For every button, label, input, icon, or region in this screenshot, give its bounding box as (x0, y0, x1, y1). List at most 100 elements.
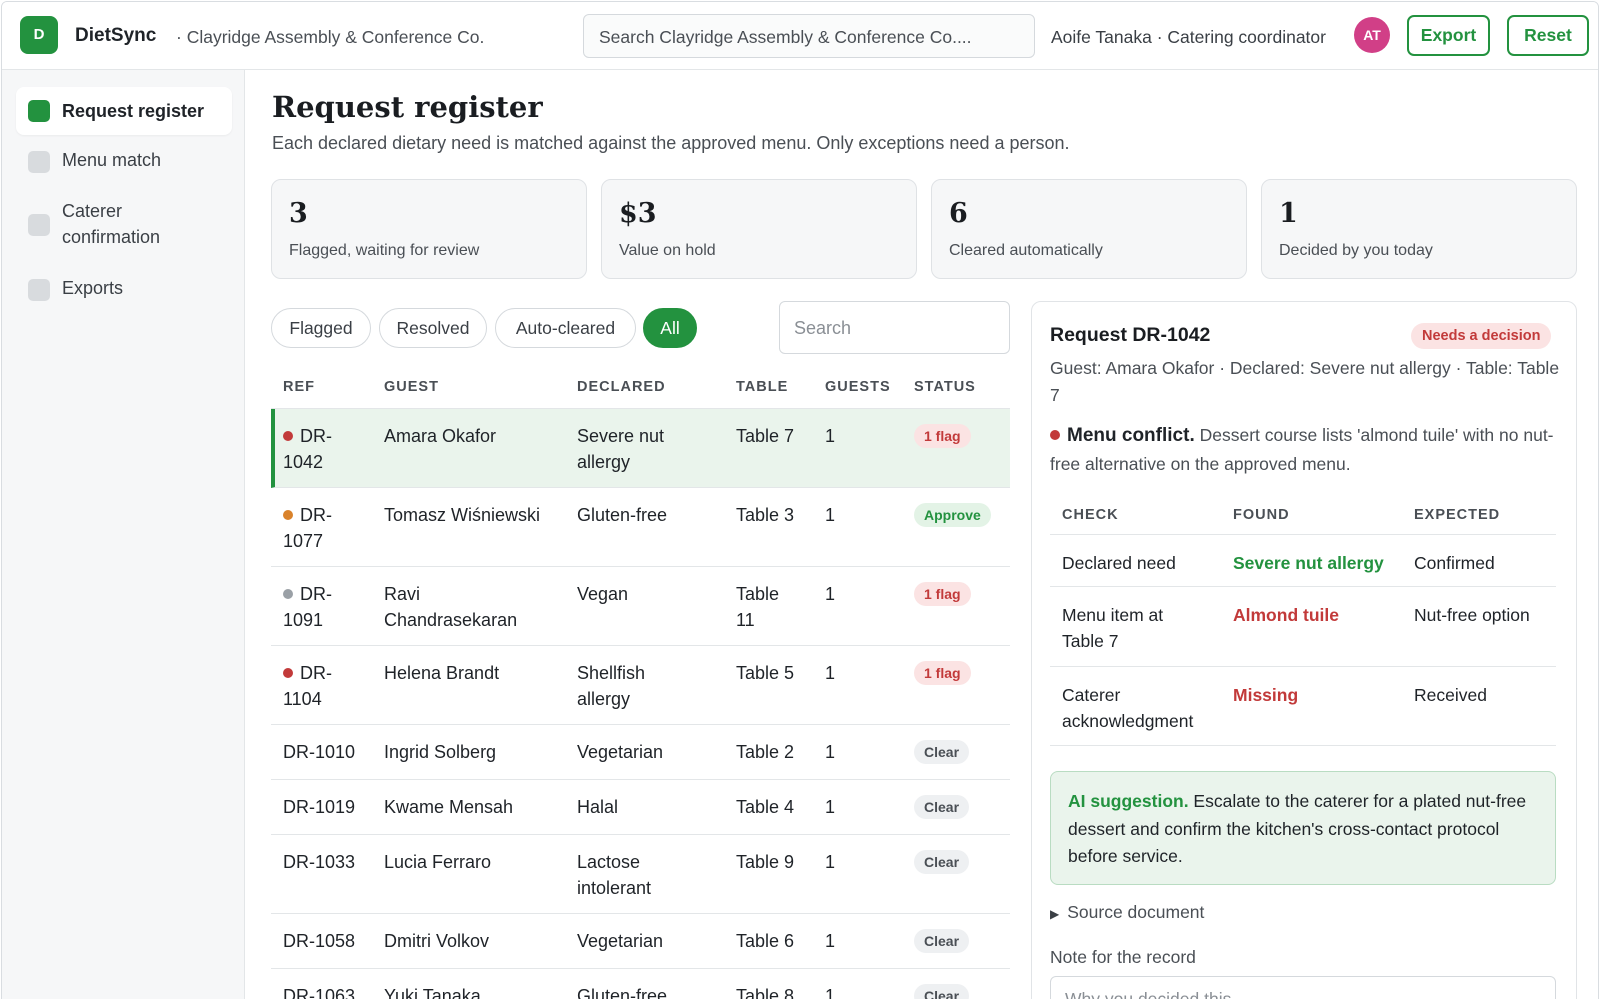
sidebar: Request register Menu match Caterer conf… (2, 70, 245, 999)
guests-cell: 1 (825, 794, 835, 820)
table-row[interactable]: DR- 1077 Tomasz Wiśniewski Gluten-free Tabl… (271, 488, 1010, 567)
status-badge: 1 flag (914, 424, 971, 448)
filter-all[interactable]: All (643, 308, 697, 348)
column-header-ref[interactable]: REF (283, 379, 315, 395)
guest-cell-text: Kwame Mensah (384, 797, 514, 817)
table-row[interactable]: DR- 1104 Helena Brandt Shellfish allergy Ta… (271, 646, 1010, 725)
guest-cell-text: Lucia Ferraro (384, 852, 492, 872)
declared-cell: Vegetarian (577, 739, 663, 765)
sidebar-item-request-register[interactable]: Request register (16, 87, 232, 135)
ref-cell: DR- 1042 (283, 423, 332, 475)
guests-cell-text: 1 (825, 986, 836, 999)
ref-cell-text: DR-1058 (283, 931, 356, 951)
declared-cell: Gluten-free (577, 983, 667, 999)
sidebar-item-label: Exports (62, 278, 124, 298)
check-name: Declared need (1062, 553, 1176, 573)
avatar[interactable]: AT (1354, 17, 1390, 53)
table-row[interactable]: DR- 1091 Ravi Chandrasekaran Vegan Table 11… (271, 567, 1010, 646)
column-header-status[interactable]: STATUS (914, 379, 976, 395)
status-badge: Clear (914, 740, 970, 764)
column-header-found: FOUND (1233, 507, 1290, 523)
declared-cell: Lactose intolerant (577, 849, 651, 901)
page-title: Request register (272, 90, 543, 124)
stat-card-decided: 1 Decided by you today (1261, 179, 1577, 279)
guests-cell: 1 (825, 581, 835, 607)
checks-table: CHECK FOUND EXPECTED Declared need Severe… (1050, 497, 1556, 746)
table-row[interactable]: DR-1033 Lucia Ferraro Lactose intolerant Ta… (271, 835, 1010, 914)
table-search-input[interactable]: Search (779, 301, 1010, 354)
column-header-guest[interactable]: GUEST (384, 379, 439, 395)
check-row: Menu item at Table 7 Almond tuile Nut-free… (1050, 587, 1556, 667)
ref-cell: DR-1058 (283, 928, 355, 954)
guests-cell-text: 1 (825, 426, 836, 446)
detail-title: Request DR-1042 (1050, 324, 1211, 346)
page-subtitle: Each declared dietary need is matched ag… (272, 133, 1070, 153)
guests-cell-text: 1 (825, 742, 836, 762)
table-cell: Table 4 (736, 794, 794, 820)
table-row[interactable]: DR-1058 Dmitri Volkov Vegetarian Table 6 1 Cl… (271, 914, 1010, 969)
guest-cell-text: Ravi Chandrasekaran (384, 584, 518, 630)
column-header-table[interactable]: TABLE (736, 379, 788, 395)
declared-cell: Gluten-free (577, 502, 667, 528)
global-search-input[interactable]: Search Clayridge Assembly & Conference C… (583, 14, 1035, 58)
source-document-label: Source document (1067, 902, 1205, 922)
ref-cell: DR-1033 (283, 849, 355, 875)
caret-right-icon: ▶ (1050, 907, 1060, 921)
sidebar-item-menu-match[interactable]: Menu match (16, 147, 232, 173)
source-document-toggle[interactable]: ▶ Source document (1050, 902, 1204, 923)
caterer-confirmation-icon (28, 214, 50, 236)
status-dot-icon (283, 589, 293, 599)
sidebar-item-label: Caterer confirmation (62, 201, 161, 247)
export-button[interactable]: Export (1407, 15, 1490, 56)
requests-table: REF GUEST DECLARED TABLE GUESTS STATUS D… (271, 369, 1010, 999)
ai-suggestion: AI suggestion. Escalate to the caterer f… (1050, 771, 1556, 885)
table-row[interactable]: DR- 1042 Amara Okafor Severe nut allergy Ta… (271, 409, 1010, 488)
reset-button[interactable]: Reset (1507, 15, 1589, 56)
table-cell: Table 5 (736, 660, 794, 686)
table-cell-text: Table 6 (736, 931, 795, 951)
stat-value: 3 (289, 198, 308, 229)
table-cell: Table 7 (736, 423, 794, 449)
note-input[interactable]: Why you decided this (1050, 976, 1556, 999)
menu-conflict-message: Menu conflict. Dessert course lists 'alm… (1050, 421, 1560, 479)
ref-cell: DR-1010 (283, 739, 355, 765)
declared-cell-text: Vegetarian (577, 742, 664, 762)
stat-label: Flagged, waiting for review (289, 242, 480, 259)
guests-cell-text: 1 (825, 584, 836, 604)
filter-auto-cleared[interactable]: Auto-cleared (495, 308, 636, 348)
guest-cell: Kwame Mensah (384, 794, 513, 820)
column-header-declared[interactable]: DECLARED (577, 379, 666, 395)
app-logo: D (20, 16, 58, 54)
filter-resolved[interactable]: Resolved (379, 308, 487, 348)
user-info: Aoife Tanaka · Catering coordinator (1051, 27, 1326, 47)
table-row[interactable]: DR-1010 Ingrid Solberg Vegetarian Table 2 1 C… (271, 725, 1010, 780)
table-header: REF GUEST DECLARED TABLE GUESTS STATUS (271, 369, 1010, 409)
table-cell: Table 3 (736, 502, 794, 528)
stat-label: Value on hold (619, 242, 716, 259)
sidebar-item-caterer-confirmation[interactable]: Caterer confirmation (16, 198, 216, 250)
sidebar-item-exports[interactable]: Exports (16, 275, 232, 301)
organization-name: · Clayridge Assembly & Conference Co. (176, 27, 485, 47)
check-found: Missing (1233, 685, 1299, 705)
guests-cell-text: 1 (825, 797, 836, 817)
ai-suggestion-title: AI suggestion. (1068, 791, 1189, 811)
guest-cell: Helena Brandt (384, 660, 499, 686)
alert-dot-icon (1050, 430, 1060, 440)
table-row[interactable]: DR-1019 Kwame Mensah Halal Table 4 1 Clear (271, 780, 1010, 835)
declared-cell: Vegetarian (577, 928, 663, 954)
table-row[interactable]: DR-1063 Yuki Tanaka Gluten-free Table 8 1 Cle… (271, 969, 1010, 999)
guest-cell: Ingrid Solberg (384, 739, 496, 765)
status-badge: Clear (914, 984, 970, 999)
check-found: Almond tuile (1233, 605, 1339, 625)
table-cell: Table 2 (736, 739, 794, 765)
ref-cell: DR- 1091 (283, 581, 332, 633)
filter-flagged[interactable]: Flagged (271, 308, 371, 348)
ref-cell: DR-1063 (283, 983, 355, 999)
detail-meta: Guest: Amara Okafor · Declared: Severe n… (1050, 358, 1560, 405)
column-header-guests[interactable]: GUESTS (825, 379, 891, 395)
stat-card-flagged: 3 Flagged, waiting for review (271, 179, 587, 279)
declared-cell-text: Gluten-free (577, 986, 668, 999)
table-cell-text: Table 9 (736, 852, 795, 872)
ref-cell: DR-1019 (283, 794, 355, 820)
declared-cell-text: Lactose intolerant (577, 852, 652, 898)
